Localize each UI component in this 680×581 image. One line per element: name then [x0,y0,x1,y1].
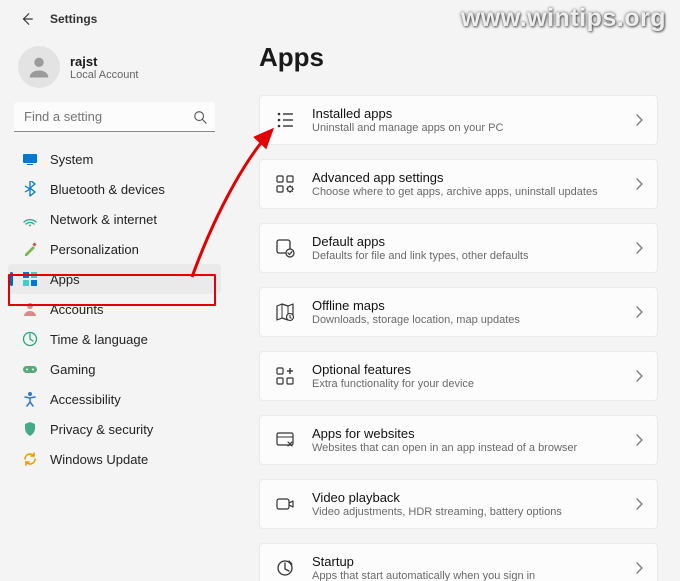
startup-icon [274,557,296,579]
back-button[interactable] [18,10,36,28]
card-offline-maps[interactable]: Offline maps Downloads, storage location… [259,287,658,337]
apps-icon [22,271,38,287]
account-subtitle: Local Account [70,69,139,81]
accounts-icon [22,301,38,317]
back-arrow-icon [20,12,34,26]
sidebar-item-gaming[interactable]: Gaming [8,354,221,384]
card-subtitle: Video adjustments, HDR streaming, batter… [312,506,619,518]
advanced-settings-icon [274,173,296,195]
titlebar: Settings [0,0,680,34]
sidebar-item-label: Gaming [50,362,96,377]
person-icon [25,53,53,81]
card-default-apps[interactable]: Default apps Defaults for file and link … [259,223,658,273]
chevron-right-icon [635,306,643,318]
default-apps-icon [274,237,296,259]
card-title: Video playback [312,490,619,505]
search-input[interactable] [14,102,215,132]
network-icon [22,211,38,227]
chevron-right-icon [635,562,643,574]
card-installed-apps[interactable]: Installed apps Uninstall and manage apps… [259,95,658,145]
card-subtitle: Apps that start automatically when you s… [312,570,619,581]
card-subtitle: Defaults for file and link types, other … [312,250,619,262]
sidebar-item-label: Bluetooth & devices [50,182,165,197]
personalization-icon [22,241,38,257]
gaming-icon [22,361,38,377]
sidebar-item-label: Personalization [50,242,139,257]
installed-apps-icon [274,109,296,131]
windows-update-icon [22,451,38,467]
sidebar-item-label: Time & language [50,332,148,347]
privacy-icon [22,421,38,437]
card-title: Default apps [312,234,619,249]
sidebar-item-label: Network & internet [50,212,157,227]
offline-maps-icon [274,301,296,323]
content-area: rajst Local Account System Bluetooth & d… [0,34,680,581]
card-video-playback[interactable]: Video playback Video adjustments, HDR st… [259,479,658,529]
main-panel: Apps Installed apps Uninstall and manage… [225,34,680,581]
avatar [18,46,60,88]
bluetooth-icon [22,181,38,197]
sidebar-item-label: Apps [50,272,80,287]
card-title: Installed apps [312,106,619,121]
card-subtitle: Uninstall and manage apps on your PC [312,122,619,134]
optional-features-icon [274,365,296,387]
titlebar-title: Settings [50,12,97,26]
card-title: Offline maps [312,298,619,313]
nav-list: System Bluetooth & devices Network & int… [8,144,221,474]
card-apps-for-websites[interactable]: Apps for websites Websites that can open… [259,415,658,465]
sidebar-item-personalization[interactable]: Personalization [8,234,221,264]
search-icon [193,110,207,124]
card-title: Optional features [312,362,619,377]
system-icon [22,151,38,167]
apps-websites-icon [274,429,296,451]
chevron-right-icon [635,242,643,254]
sidebar-item-bluetooth[interactable]: Bluetooth & devices [8,174,221,204]
card-startup[interactable]: Startup Apps that start automatically wh… [259,543,658,581]
video-playback-icon [274,493,296,515]
sidebar-item-label: Privacy & security [50,422,153,437]
page-title: Apps [259,42,658,73]
sidebar-item-label: Windows Update [50,452,148,467]
card-subtitle: Downloads, storage location, map updates [312,314,619,326]
sidebar-item-label: Accounts [50,302,103,317]
accessibility-icon [22,391,38,407]
sidebar-item-label: System [50,152,93,167]
sidebar-item-system[interactable]: System [8,144,221,174]
sidebar-item-accounts[interactable]: Accounts [8,294,221,324]
card-subtitle: Websites that can open in an app instead… [312,442,619,454]
chevron-right-icon [635,114,643,126]
sidebar-item-time-language[interactable]: Time & language [8,324,221,354]
settings-cards: Installed apps Uninstall and manage apps… [259,95,658,581]
time-language-icon [22,331,38,347]
sidebar-item-privacy[interactable]: Privacy & security [8,414,221,444]
sidebar-item-apps[interactable]: Apps [8,264,221,294]
account-name: rajst [70,54,139,69]
chevron-right-icon [635,370,643,382]
card-subtitle: Extra functionality for your device [312,378,619,390]
settings-window: Settings rajst Local Account [0,0,680,581]
card-title: Startup [312,554,619,569]
sidebar-item-accessibility[interactable]: Accessibility [8,384,221,414]
search-wrap [14,102,215,132]
account-block[interactable]: rajst Local Account [8,40,221,102]
chevron-right-icon [635,498,643,510]
card-title: Advanced app settings [312,170,619,185]
sidebar-item-windows-update[interactable]: Windows Update [8,444,221,474]
sidebar-item-label: Accessibility [50,392,121,407]
chevron-right-icon [635,178,643,190]
sidebar: rajst Local Account System Bluetooth & d… [0,34,225,581]
card-subtitle: Choose where to get apps, archive apps, … [312,186,619,198]
card-title: Apps for websites [312,426,619,441]
sidebar-item-network[interactable]: Network & internet [8,204,221,234]
card-advanced-app-settings[interactable]: Advanced app settings Choose where to ge… [259,159,658,209]
card-optional-features[interactable]: Optional features Extra functionality fo… [259,351,658,401]
chevron-right-icon [635,434,643,446]
